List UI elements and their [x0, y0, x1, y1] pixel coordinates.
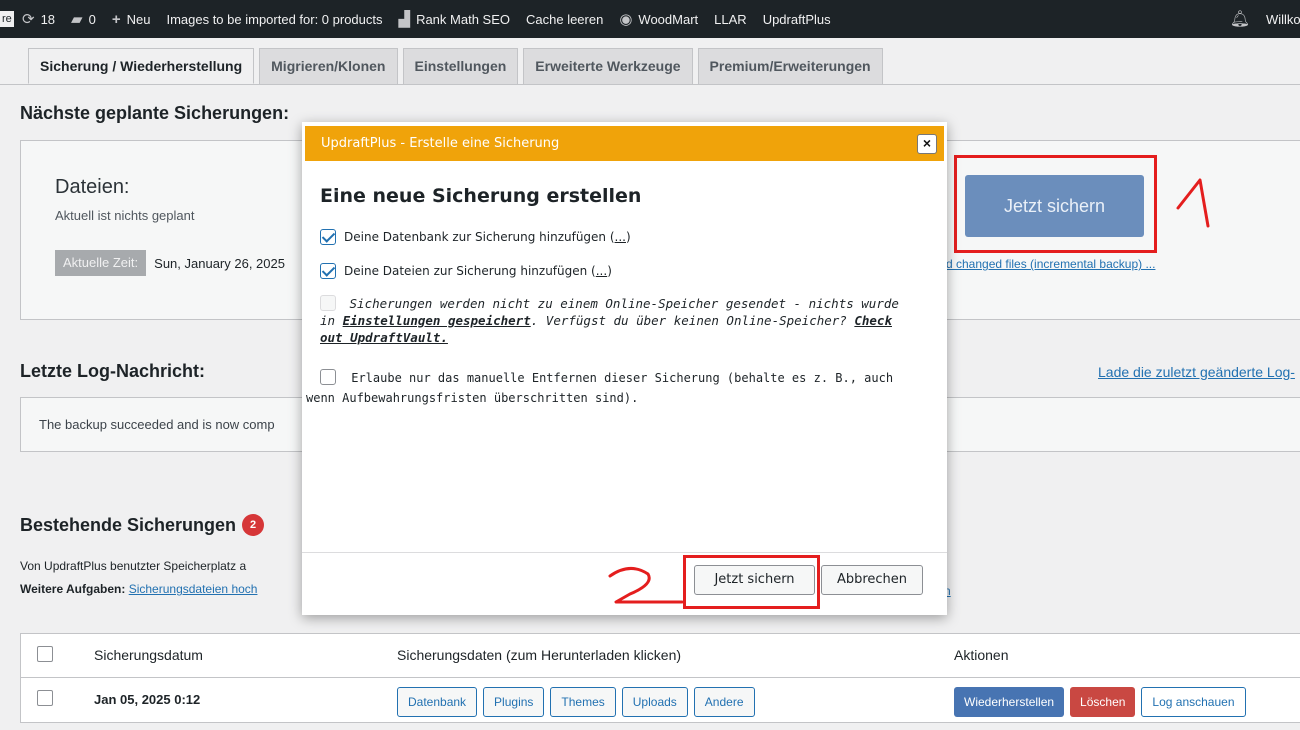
updates-count: 18: [40, 11, 56, 27]
tab-bar: Sicherung / Wiederherstellung Migrieren/…: [28, 48, 883, 84]
tab-backup-restore[interactable]: Sicherung / Wiederherstellung: [28, 48, 255, 84]
modal-footer-divider: [302, 552, 947, 553]
plus-icon: +: [111, 10, 121, 28]
woodmart-label: WoodMart: [638, 11, 699, 27]
import-notice-label: Images to be imported for: 0 products: [166, 11, 383, 27]
highlight-box-2: [683, 555, 820, 609]
existing-backups-title: Bestehende Sicherungen: [20, 514, 237, 535]
tab-settings[interactable]: Einstellungen: [402, 48, 519, 84]
more-tasks-label: Weitere Aufgaben:: [20, 582, 126, 596]
col-backup-data: Sicherungsdaten (zum Herunterladen klick…: [397, 647, 682, 663]
delete-button[interactable]: Löschen: [1070, 687, 1136, 717]
table-row: Jan 05, 2025 0:12 Datenbank Plugins Them…: [21, 678, 1300, 722]
paren: ): [626, 230, 631, 244]
admin-bar-cut-item[interactable]: re: [0, 11, 14, 27]
col-actions: Aktionen: [954, 647, 1009, 663]
download-themes-button[interactable]: Themes: [550, 687, 616, 717]
remote-storage-checkbox: [320, 295, 336, 311]
rankmath-icon: ▟: [398, 11, 411, 28]
files-options-link[interactable]: ...: [596, 264, 607, 278]
current-time-label: Aktuelle Zeit:: [55, 250, 147, 276]
row-actions: Wiederherstellen Löschen Log anschauen: [954, 687, 1246, 717]
backups-table: Sicherungsdatum Sicherungsdaten (zum Her…: [20, 633, 1300, 723]
bell-icon[interactable]: 🔔︎: [1230, 9, 1250, 29]
upload-backups-link[interactable]: Sicherungsdateien hoch: [129, 582, 258, 596]
refresh-icon: ⟳: [22, 11, 35, 28]
import-notice-item[interactable]: Images to be imported for: 0 products: [158, 0, 390, 38]
include-database-label: Deine Datenbank zur Sicherung hinzufügen…: [344, 230, 615, 244]
current-time-row: Aktuelle Zeit: Sun, January 26, 2025: [55, 250, 293, 276]
remote-notice-text2: . Verfügst du über keinen Online-Speiche…: [530, 313, 847, 328]
new-item[interactable]: + Neu: [104, 0, 159, 38]
annotation-step-1: 1: [1176, 178, 1210, 228]
woodmart-icon: ◉: [619, 11, 633, 28]
include-files-checkbox[interactable]: [320, 263, 336, 279]
remote-storage-notice: Sicherungen werden nicht zu einem Online…: [320, 295, 910, 346]
cache-item[interactable]: Cache leeren: [518, 0, 611, 38]
rankmath-label: Rank Math SEO: [416, 11, 510, 27]
updates-item[interactable]: ⟳ 18: [14, 0, 63, 38]
row-select-checkbox[interactable]: [37, 690, 53, 706]
select-all-checkbox[interactable]: [37, 646, 53, 662]
comments-item[interactable]: ▰ 0: [63, 0, 104, 38]
woodmart-item[interactable]: ◉ WoodMart: [611, 0, 706, 38]
comments-count: 0: [88, 11, 96, 27]
download-plugins-button[interactable]: Plugins: [483, 687, 545, 717]
updraftplus-label: UpdraftPlus: [762, 11, 831, 27]
tab-advanced-tools[interactable]: Erweiterte Werkzeuge: [523, 48, 693, 84]
incremental-backup-link[interactable]: d changed files (incremental backup) ...: [946, 257, 1196, 271]
modal-heading: Eine neue Sicherung erstellen: [320, 185, 642, 207]
paren: ): [607, 264, 612, 278]
comment-icon: ▰: [71, 11, 83, 28]
rankmath-item[interactable]: ▟ Rank Math SEO: [391, 0, 518, 38]
table-header-row: Sicherungsdatum Sicherungsdaten (zum Her…: [21, 634, 1300, 678]
modal-cancel-button[interactable]: Abbrechen: [821, 565, 923, 595]
cache-label: Cache leeren: [526, 11, 604, 27]
download-buttons: Datenbank Plugins Themes Uploads Andere: [397, 687, 755, 717]
option-files: Deine Dateien zur Sicherung hinzufügen (…: [320, 263, 612, 279]
include-files-label: Deine Dateien zur Sicherung hinzufügen (: [344, 264, 596, 278]
option-database: Deine Datenbank zur Sicherung hinzufügen…: [320, 229, 631, 245]
view-log-button[interactable]: Log anschauen: [1141, 687, 1246, 717]
files-title: Dateien:: [55, 176, 130, 198]
files-schedule-status: Aktuell ist nichts geplant: [55, 208, 195, 223]
annotation-step-2: 2: [608, 567, 684, 604]
backup-modal: UpdraftPlus - Erstelle eine Sicherung × …: [302, 122, 947, 615]
download-others-button[interactable]: Andere: [693, 687, 755, 717]
download-database-button[interactable]: Datenbank: [397, 687, 478, 717]
include-database-checkbox[interactable]: [320, 229, 336, 245]
admin-bar-right: 🔔︎ Willko: [1230, 0, 1300, 38]
highlight-box-1: [954, 155, 1157, 253]
storage-usage-line: Von UpdraftPlus benutzter Speicherplatz …: [20, 559, 247, 573]
manual-delete-label: Erlaube nur das manuelle Entfernen diese…: [306, 371, 894, 405]
download-uploads-button[interactable]: Uploads: [621, 687, 688, 717]
settings-saved-link[interactable]: Einstellungen gespeichert: [343, 313, 531, 328]
llar-item[interactable]: LLAR: [706, 0, 755, 38]
database-options-link[interactable]: ...: [615, 230, 626, 244]
llar-label: LLAR: [714, 11, 747, 27]
updraftplus-item[interactable]: UpdraftPlus: [755, 0, 839, 38]
tab-underline: [0, 84, 1300, 85]
log-message: The backup succeeded and is now comp: [39, 417, 275, 432]
tab-premium[interactable]: Premium/Erweiterungen: [697, 48, 883, 84]
close-icon[interactable]: ×: [917, 134, 937, 154]
col-backup-date: Sicherungsdatum: [94, 647, 203, 663]
backup-date: Jan 05, 2025 0:12: [94, 692, 201, 707]
more-tasks-line: Weitere Aufgaben: Sicherungsdateien hoch: [20, 582, 257, 596]
download-log-link[interactable]: Lade die zuletzt geänderte Log-: [1098, 364, 1295, 380]
modal-header: UpdraftPlus - Erstelle eine Sicherung ×: [305, 126, 944, 161]
scheduled-heading: Nächste geplante Sicherungen:: [20, 103, 290, 123]
new-label: Neu: [126, 11, 151, 27]
current-time-value: Sun, January 26, 2025: [154, 255, 285, 271]
restore-button[interactable]: Wiederherstellen: [954, 687, 1065, 717]
existing-backups-heading: Bestehende Sicherungen 2: [20, 514, 265, 536]
existing-backups-count-badge: 2: [242, 514, 265, 536]
option-manual-delete: Erlaube nur das manuelle Entfernen diese…: [306, 368, 906, 408]
manual-delete-checkbox[interactable]: [320, 369, 336, 385]
admin-bar: re ⟳ 18 ▰ 0 + Neu Images to be imported …: [0, 0, 1300, 38]
user-greeting[interactable]: Willko: [1266, 12, 1300, 27]
log-heading: Letzte Log-Nachricht:: [20, 361, 206, 381]
tab-migrate-clone[interactable]: Migrieren/Klonen: [259, 48, 398, 84]
modal-title: UpdraftPlus - Erstelle eine Sicherung: [321, 136, 560, 151]
